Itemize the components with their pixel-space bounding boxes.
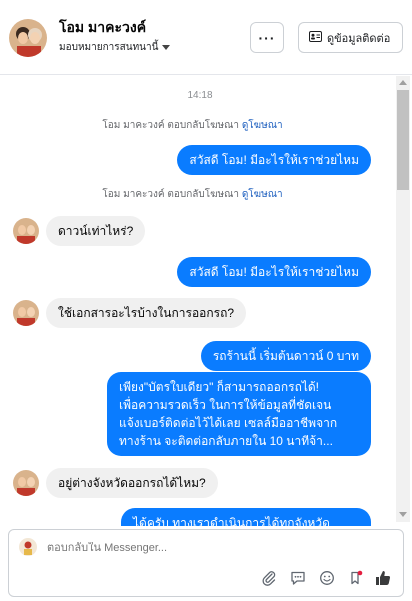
message-thread[interactable]: 14:18 โอม มาคะวงค์ ตอบกลับโฆษณา ดูโฆษณา … (0, 76, 412, 526)
view-contact-info-button[interactable]: ดูข้อมูลติดต่อ (298, 22, 403, 53)
incoming-message: ดาวน์เท่าไหร่? (46, 216, 146, 246)
view-ad-link[interactable]: ดูโฆษณา (242, 189, 283, 200)
contact-avatar-small (13, 300, 39, 326)
outgoing-message: สวัสดี โอม! มีอะไรให้เราช่วยไหม (177, 145, 371, 175)
contact-avatar-small (13, 470, 39, 496)
emoji-icon[interactable] (317, 568, 337, 588)
assign-conversation-dropdown[interactable]: มอบหมายการสนทนานี้ (59, 40, 171, 55)
scrollbar-thumb[interactable] (397, 90, 409, 190)
contact-avatar-small (13, 218, 39, 244)
conversation-header: โอม มาคะวงค์ มอบหมายการสนทนานี้ ··· ดูข้… (0, 0, 412, 75)
outgoing-message: เพียง"บัตรใบเดียว" ก็สามารถออกรถได้! เพื… (107, 372, 371, 456)
chat-bubble-icon[interactable] (288, 568, 308, 588)
outgoing-message: รถร้านนี้ เริ่มต้นดาวน์ 0 บาท (200, 341, 371, 371)
message-timestamp: 14:18 (187, 90, 213, 101)
page-avatar (19, 538, 37, 556)
contact-avatar[interactable] (9, 19, 47, 57)
incoming-message: ใช้เอกสารอะไรบ้างในการออกรถ? (46, 298, 247, 328)
scroll-down-icon[interactable] (399, 512, 407, 517)
outgoing-message: สวัสดี โอม! มีอะไรให้เราช่วยไหม (177, 257, 371, 287)
contact-card-icon (309, 30, 322, 45)
contact-name: โอม มาคะวงค์ (59, 19, 147, 35)
scroll-up-icon[interactable] (399, 80, 407, 85)
reply-input[interactable] (47, 542, 247, 554)
view-ad-link[interactable]: ดูโฆษณา (242, 120, 283, 131)
assign-label: มอบหมายการสนทนานี้ (59, 42, 159, 53)
bookmark-icon[interactable] (345, 568, 365, 588)
incoming-message: อยู่ต่างจังหวัดออกรถได้ไหม? (46, 468, 218, 498)
view-contact-info-label: ดูข้อมูลติดต่อ (327, 32, 391, 45)
reply-composer (8, 529, 404, 597)
outgoing-message-partial: ได้ครับ ทางเราดำเนินการได้ทุกจังหวัด (121, 508, 371, 526)
ad-reply-note: โอม มาคะวงค์ ตอบกลับโฆษณา ดูโฆษณา (102, 189, 283, 200)
paperclip-icon[interactable] (259, 568, 279, 588)
chevron-down-icon (162, 45, 171, 50)
more-options-button[interactable]: ··· (250, 22, 284, 53)
thumbs-up-icon[interactable] (373, 568, 393, 588)
ad-reply-note: โอม มาคะวงค์ ตอบกลับโฆษณา ดูโฆษณา (102, 120, 283, 131)
